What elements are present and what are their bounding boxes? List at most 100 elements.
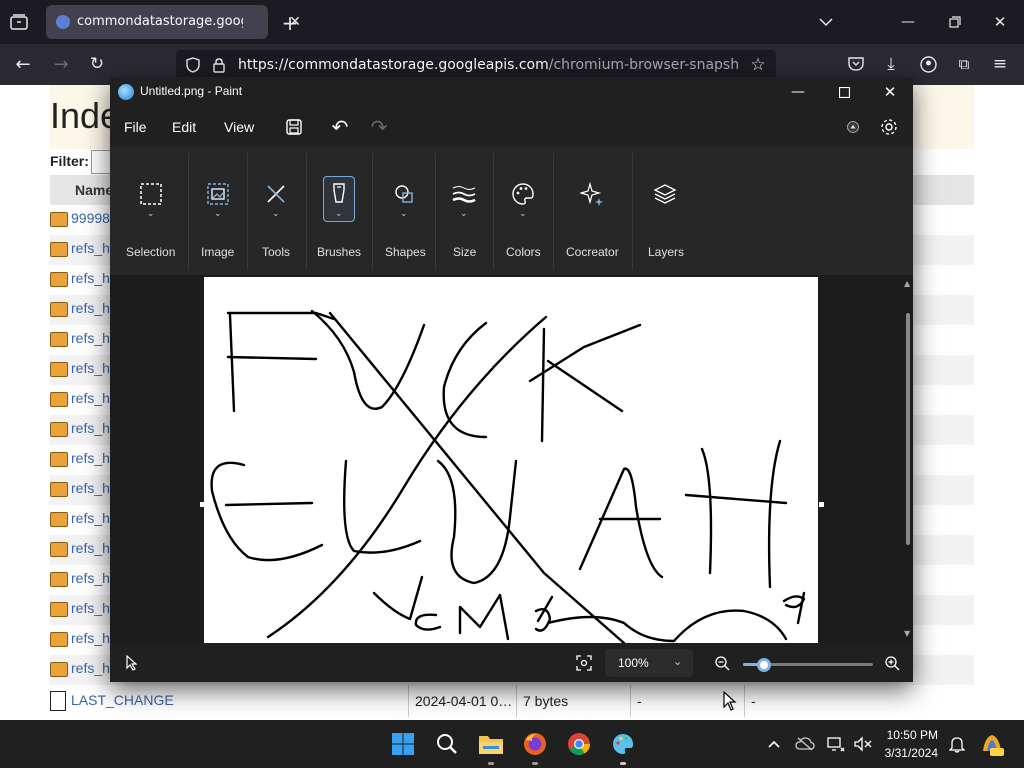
zoom-slider-thumb[interactable] [756,658,771,672]
download-icon[interactable]: ⤓ [880,54,902,74]
cocreator-sparkle-icon[interactable] [575,177,609,211]
close-window-icon[interactable]: ✕ [990,12,1010,32]
paint-title-bar[interactable]: Untitled.png - Paint — ✕ [110,77,913,107]
undo-icon[interactable]: ↶ [328,115,352,139]
list-item-label[interactable]: refs_h [71,390,110,406]
vertical-scrollbar[interactable]: ▲ ▼ [903,275,913,643]
paint-taskbar-icon[interactable] [609,730,637,758]
list-item-label[interactable]: refs_h [71,630,110,646]
shapes-chevron-icon[interactable]: ⌄ [400,209,408,219]
browser-tab[interactable]: commondatastorage.googleapis ✕ [46,5,301,39]
pocket-icon[interactable] [845,54,867,74]
tab-overflow-chevron-icon[interactable] [815,12,837,32]
list-item-label[interactable]: refs_h [71,450,110,466]
scroll-down-arrow-icon[interactable]: ▼ [904,629,910,638]
canvas-resize-handle-right[interactable] [819,502,824,507]
back-arrow-icon[interactable]: ← [12,54,34,75]
list-item-label[interactable]: refs_h [71,240,110,256]
list-item-label[interactable]: refs_h [71,330,110,346]
drawing-canvas[interactable] [204,277,818,643]
account-icon[interactable] [917,54,939,74]
list-item-label[interactable]: refs_h [71,510,110,526]
list-item-label[interactable]: refs_h [71,360,110,376]
list-item-label[interactable]: refs_h [71,420,110,436]
list-item-label[interactable]: refs_h [71,480,110,496]
save-icon[interactable] [282,115,306,139]
brushes-chevron-icon[interactable]: ⌄ [335,209,343,219]
reload-icon[interactable]: ↻ [86,54,108,74]
network-display-icon[interactable] [822,730,850,758]
selection-label[interactable]: Selection [126,245,175,259]
tray-chevron-up-icon[interactable] [760,730,788,758]
bookmark-star-icon[interactable]: ☆ [748,55,768,75]
shapes-icon[interactable] [387,177,421,211]
last-change-link[interactable]: LAST_CHANGE [71,692,174,708]
zoom-out-icon[interactable] [714,655,730,674]
clock-date[interactable]: 3/31/2024 [878,746,938,760]
color-palette-icon[interactable] [506,177,540,211]
canvas-resize-handle-left[interactable] [200,502,205,507]
list-item-label[interactable]: refs_h [71,600,110,616]
notification-bell-icon[interactable] [943,730,971,758]
layers-icon[interactable] [648,177,682,211]
size-chevron-icon[interactable]: ⌄ [460,209,468,219]
list-item-label[interactable]: refs_h [71,660,110,676]
name-column-header[interactable]: Name [75,182,113,198]
scrollbar-thumb[interactable] [906,313,910,545]
menu-view[interactable]: View [224,119,254,135]
zoom-slider[interactable] [743,658,873,672]
selection-tool-icon[interactable] [134,177,168,211]
list-item-label[interactable]: refs_h [71,270,110,286]
chrome-icon[interactable] [565,730,593,758]
size-label[interactable]: Size [453,245,476,259]
selection-chevron-icon[interactable]: ⌄ [147,209,155,219]
copilot-pre-icon[interactable] [978,730,1006,758]
firefox-icon[interactable] [521,730,549,758]
search-icon[interactable] [433,730,461,758]
shield-icon[interactable] [184,56,202,74]
zoom-dropdown[interactable]: 100% ⌄ [605,649,693,677]
url-bar[interactable]: https://commondatastorage.googleapis.com… [176,50,776,80]
volume-muted-icon[interactable] [849,730,877,758]
restore-icon[interactable] [945,12,965,32]
cloud-offline-icon[interactable] [791,730,819,758]
list-item-label[interactable]: refs_h [71,570,110,586]
pencil-tools-icon[interactable] [259,177,293,211]
menu-file[interactable]: File [124,119,147,135]
fit-to-window-icon[interactable] [576,655,592,674]
tab-list-icon[interactable] [8,12,30,32]
start-windows-icon[interactable] [389,730,417,758]
image-label[interactable]: Image [201,245,234,259]
redo-icon[interactable]: ↷ [367,115,391,139]
colors-chevron-icon[interactable]: ⌄ [519,209,527,219]
clock-time[interactable]: 10:50 PM [878,728,938,742]
tools-chevron-icon[interactable]: ⌄ [272,209,280,219]
minimize-icon[interactable]: — [898,12,918,32]
list-item-label[interactable]: refs_h [71,540,110,556]
colors-label[interactable]: Colors [506,245,541,259]
table-row[interactable]: LAST_CHANGE 2024-04-01 0… 7 bytes - - [50,685,974,717]
extensions-icon[interactable]: ⧉ [953,54,975,74]
settings-gear-icon[interactable] [877,115,901,139]
brush-icon[interactable] [322,177,356,211]
image-chevron-icon[interactable]: ⌄ [214,209,222,219]
shapes-label[interactable]: Shapes [385,245,426,259]
list-item-label[interactable]: refs_h [71,300,110,316]
lock-icon[interactable] [210,56,228,74]
tools-label[interactable]: Tools [262,245,290,259]
file-explorer-icon[interactable] [477,730,505,758]
account-badge-icon[interactable] [841,115,865,139]
cocreator-label[interactable]: Cocreator [566,245,619,259]
scroll-up-arrow-icon[interactable]: ▲ [904,279,910,288]
zoom-in-icon[interactable] [884,655,900,674]
size-icon[interactable] [447,177,481,211]
menu-edit[interactable]: Edit [172,119,196,135]
layers-label[interactable]: Layers [648,245,684,259]
list-item-label[interactable]: 99998 [71,210,110,226]
hamburger-menu-icon[interactable]: ≡ [989,54,1011,74]
forward-arrow-icon[interactable]: → [50,54,72,75]
image-tool-icon[interactable] [201,177,235,211]
paint-close-icon[interactable]: ✕ [879,81,901,103]
new-tab-icon[interactable]: + [279,11,301,35]
paint-maximize-icon[interactable] [833,81,855,103]
